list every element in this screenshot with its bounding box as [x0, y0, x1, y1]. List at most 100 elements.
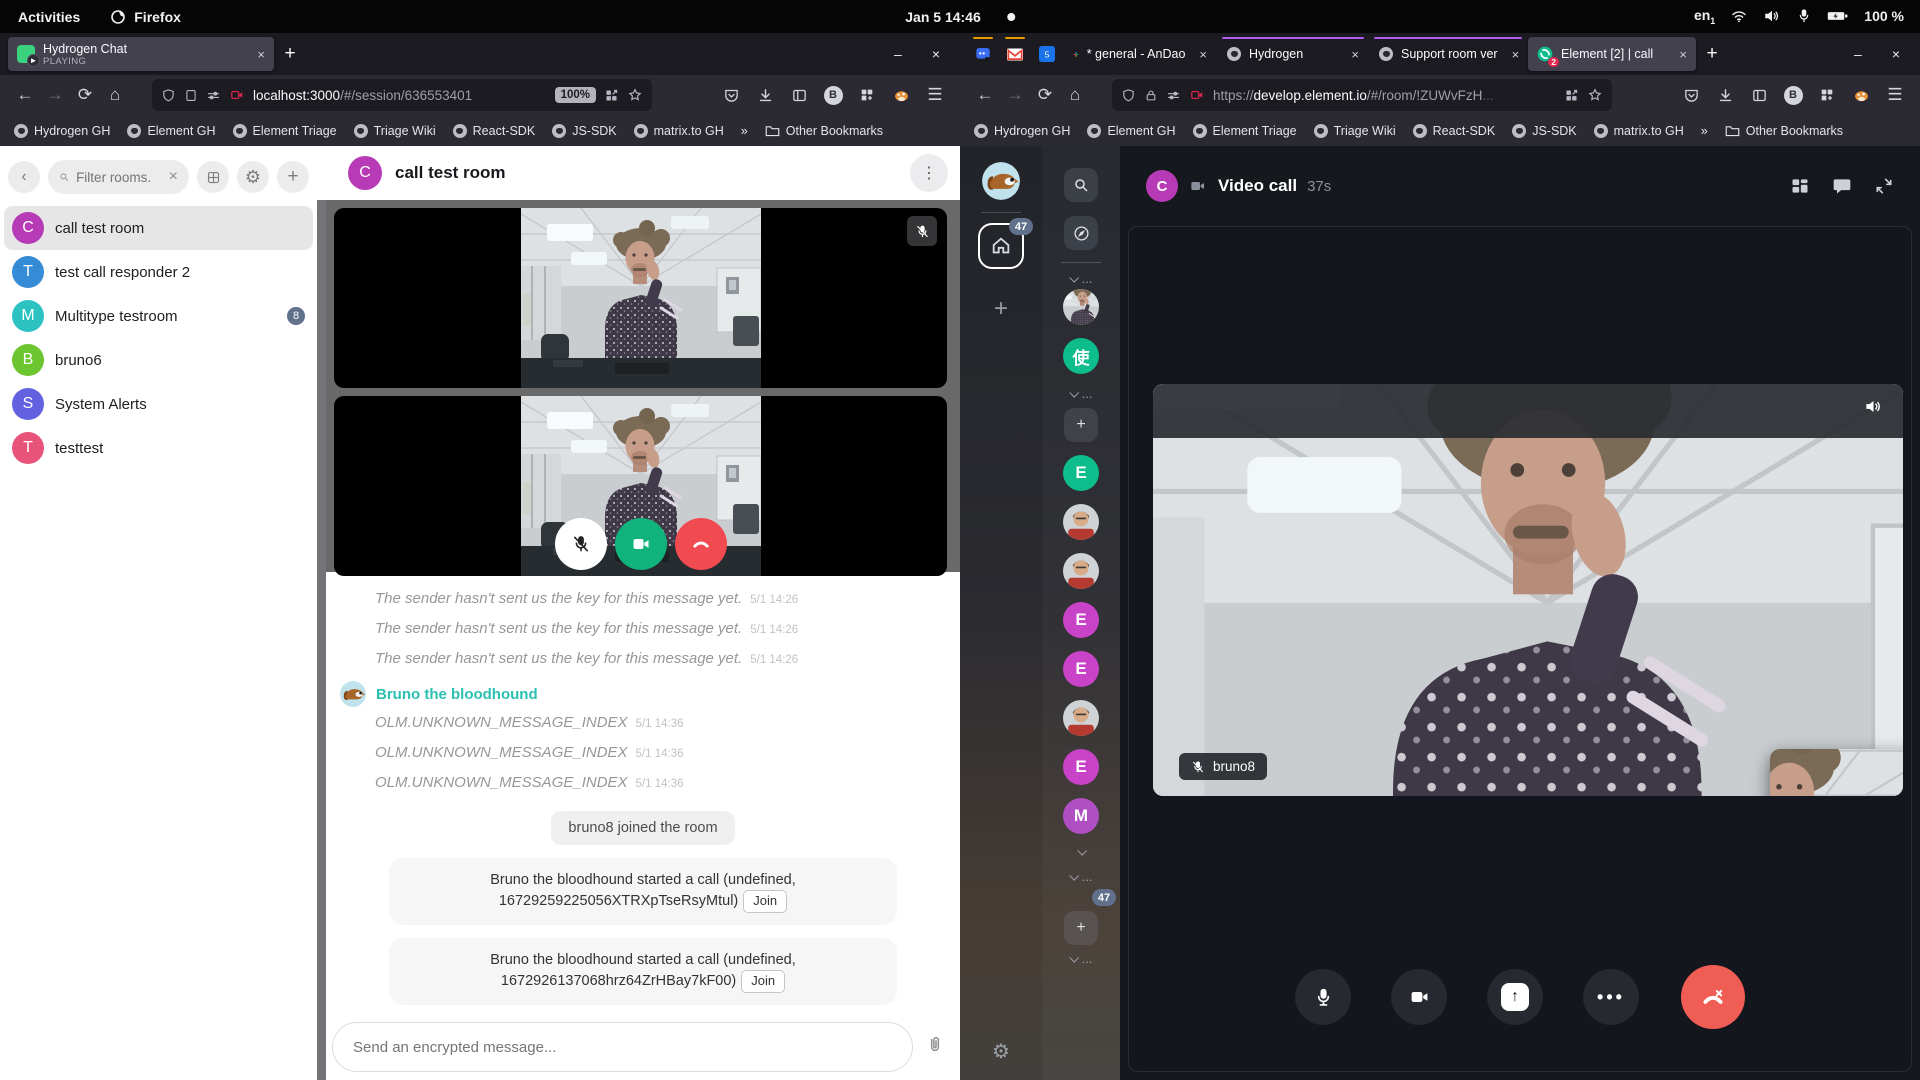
- room-avatar[interactable]: [1063, 289, 1099, 325]
- sender-avatar[interactable]: [340, 681, 366, 707]
- bookmark-item[interactable]: Triage Wiki: [1314, 124, 1396, 138]
- camera-in-use-icon[interactable]: [229, 88, 245, 102]
- create-room-button[interactable]: +: [277, 161, 309, 193]
- message-input[interactable]: [353, 1039, 892, 1056]
- section-toggle[interactable]: ...: [1070, 869, 1093, 883]
- new-tab-button[interactable]: +: [1698, 40, 1726, 68]
- clock[interactable]: Jan 5 14:46: [905, 9, 1015, 25]
- tab-close-button[interactable]: ×: [1506, 47, 1520, 62]
- room-filter-input[interactable]: [76, 170, 162, 185]
- room-list-item[interactable]: T test call responder 2: [4, 250, 313, 294]
- settings-button[interactable]: ⚙: [237, 161, 269, 193]
- other-bookmarks-folder[interactable]: Other Bookmarks: [1725, 124, 1843, 138]
- tab-audio-indicator[interactable]: ►: [27, 54, 40, 67]
- forward-button[interactable]: →: [40, 80, 70, 110]
- containers-icon[interactable]: [1564, 88, 1579, 103]
- filter-clear-button[interactable]: ×: [169, 168, 178, 186]
- bookmark-item[interactable]: Element GH: [1087, 124, 1175, 138]
- containers-icon[interactable]: [604, 88, 619, 103]
- window-minimize-button[interactable]: –: [894, 46, 902, 62]
- bookmarks-overflow-button[interactable]: »: [1701, 124, 1708, 138]
- sender-name[interactable]: Bruno the bloodhound: [376, 686, 538, 703]
- mic-button[interactable]: [1295, 969, 1351, 1025]
- page-info-icon[interactable]: [184, 88, 198, 103]
- tab-github-hydrogen[interactable]: Hydrogen ×: [1218, 37, 1368, 71]
- tab-close-button[interactable]: ×: [1673, 47, 1687, 62]
- section-toggle[interactable]: ...: [1070, 271, 1093, 285]
- tab-close-button[interactable]: ×: [1345, 47, 1359, 62]
- keyboard-layout[interactable]: en1: [1694, 7, 1715, 26]
- camera-in-use-icon[interactable]: [1189, 88, 1205, 102]
- downloads-icon[interactable]: [750, 80, 780, 110]
- room-avatar[interactable]: E: [1063, 455, 1099, 491]
- chat-bubble-icon[interactable]: [1832, 176, 1852, 196]
- room-list-item[interactable]: M Multitype testroom 8: [4, 294, 313, 338]
- bookmark-item[interactable]: matrix.to GH: [1594, 124, 1684, 138]
- more-options-button[interactable]: •••: [1583, 969, 1639, 1025]
- video-tile-local[interactable]: [334, 396, 947, 576]
- shield-icon[interactable]: [161, 88, 176, 103]
- room-list-item[interactable]: T testtest: [4, 426, 313, 470]
- lock-icon[interactable]: [1144, 88, 1158, 103]
- pocket-icon[interactable]: [716, 80, 746, 110]
- app-menu-icon[interactable]: ☰: [920, 80, 950, 110]
- tab-close-button[interactable]: ×: [251, 47, 265, 62]
- hangup-button[interactable]: [1681, 965, 1745, 1029]
- bookmark-item[interactable]: JS-SDK: [552, 124, 616, 138]
- tab-element-call[interactable]: 2 Element [2] | call ×: [1528, 37, 1696, 71]
- room-avatar[interactable]: [1063, 700, 1099, 736]
- mute-mic-button[interactable]: [555, 518, 607, 570]
- reload-button[interactable]: ⟳: [70, 80, 100, 110]
- focused-app-menu[interactable]: Firefox: [110, 9, 181, 25]
- tab-close-button[interactable]: ×: [1193, 47, 1207, 62]
- reload-button[interactable]: ⟳: [1030, 80, 1060, 110]
- room-avatar[interactable]: [1063, 553, 1099, 589]
- tab-github-support[interactable]: Support room ver ×: [1370, 37, 1526, 71]
- window-close-button[interactable]: ×: [1892, 46, 1900, 62]
- bitwarden-icon[interactable]: B: [818, 80, 848, 110]
- explore-button[interactable]: [1064, 216, 1098, 250]
- grid-view-button[interactable]: [197, 161, 229, 193]
- bookmark-item[interactable]: Hydrogen GH: [14, 124, 110, 138]
- screenshare-button[interactable]: ↑: [1487, 969, 1543, 1025]
- chevron-down-icon[interactable]: [1077, 846, 1087, 856]
- tab-slack[interactable]: * general - AnDao ×: [1064, 37, 1216, 71]
- attachment-button[interactable]: [925, 1035, 945, 1055]
- add-room-button[interactable]: +: [1064, 911, 1098, 945]
- back-button[interactable]: ←: [10, 80, 40, 110]
- session-back-button[interactable]: ‹: [8, 161, 40, 193]
- bookmark-star-icon[interactable]: [1587, 87, 1603, 103]
- quick-settings-button[interactable]: ⚙: [992, 1039, 1010, 1064]
- collapse-icon[interactable]: [1874, 176, 1894, 196]
- bitwarden-icon[interactable]: B: [1778, 80, 1808, 110]
- extensions-icon[interactable]: [852, 80, 882, 110]
- home-button[interactable]: ⌂: [1060, 80, 1090, 110]
- window-minimize-button[interactable]: –: [1854, 46, 1862, 62]
- room-list-item[interactable]: C call test room: [4, 206, 313, 250]
- bookmark-item[interactable]: Triage Wiki: [354, 124, 436, 138]
- permissions-icon[interactable]: [206, 88, 221, 103]
- shield-icon[interactable]: [1121, 88, 1136, 103]
- room-avatar[interactable]: M: [1063, 798, 1099, 834]
- speaker-volume-icon[interactable]: [1864, 397, 1883, 416]
- video-tile-speaker[interactable]: bruno8 Bruno the...: [1153, 384, 1903, 796]
- app-menu-icon[interactable]: ☰: [1880, 80, 1910, 110]
- bookmark-item[interactable]: React-SDK: [453, 124, 536, 138]
- room-filter[interactable]: ×: [48, 160, 189, 194]
- extension-icon[interactable]: [886, 80, 916, 110]
- bookmark-item[interactable]: React-SDK: [1413, 124, 1496, 138]
- self-view-pip[interactable]: Bruno the...: [1770, 749, 1903, 796]
- panel-scrollbar[interactable]: [317, 200, 326, 1080]
- search-button[interactable]: [1064, 168, 1098, 202]
- hangup-button[interactable]: [675, 518, 727, 570]
- section-toggle[interactable]: ...: [1070, 951, 1093, 965]
- room-list-item[interactable]: B bruno6: [4, 338, 313, 382]
- bookmark-item[interactable]: Element GH: [127, 124, 215, 138]
- url-bar[interactable]: https://develop.element.io/#/room/!ZUWvF…: [1112, 79, 1612, 111]
- layout-grid-icon[interactable]: [1790, 176, 1810, 196]
- room-avatar[interactable]: [1063, 504, 1099, 540]
- home-button[interactable]: ⌂: [100, 80, 130, 110]
- activities-button[interactable]: Activities: [18, 9, 80, 25]
- sidebar-toggle-icon[interactable]: [784, 80, 814, 110]
- bookmark-item[interactable]: JS-SDK: [1512, 124, 1576, 138]
